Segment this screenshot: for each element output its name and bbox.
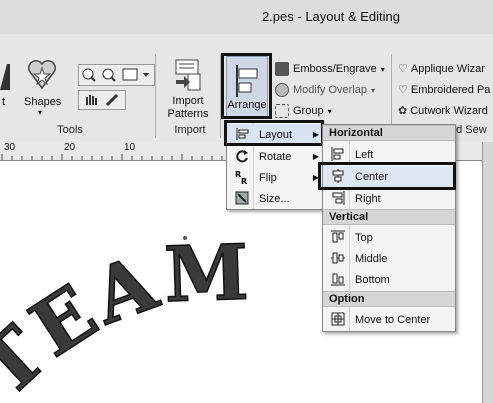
overlap-icon bbox=[275, 83, 289, 97]
window-title: 2.pes - Layout & Editing bbox=[261, 9, 400, 24]
ruler-tick-label: 10 bbox=[124, 142, 136, 153]
vertical-header: Vertical bbox=[323, 209, 455, 225]
menu-item-size[interactable]: Size... bbox=[227, 188, 323, 209]
horizontal-header: Horizontal bbox=[323, 125, 455, 141]
menu-item-flip[interactable]: RR Flip ▶ bbox=[227, 167, 323, 188]
chevron-down-icon[interactable]: ▾ bbox=[38, 108, 42, 117]
zoom-out-icon[interactable] bbox=[98, 64, 116, 84]
team-text: TEAM bbox=[0, 227, 251, 403]
import-patterns-label-line1: Import bbox=[172, 95, 204, 107]
import-group-label: Import bbox=[174, 124, 206, 136]
shapes-button[interactable]: Shapes bbox=[24, 96, 61, 108]
svg-text:R: R bbox=[241, 177, 247, 184]
import-patterns-icon[interactable] bbox=[172, 58, 202, 92]
menu-item-move-to-center[interactable]: Move to Center bbox=[323, 309, 455, 330]
menu-item-right[interactable]: Right bbox=[323, 188, 455, 209]
group-icon bbox=[275, 104, 289, 118]
tools-group-label: Tools bbox=[57, 124, 83, 136]
rotate-icon bbox=[235, 149, 249, 163]
heart-icon: ♡ bbox=[398, 63, 408, 75]
import-patterns-button[interactable]: Import Patterns bbox=[158, 95, 218, 121]
ruler-tick-label: 30 bbox=[4, 142, 16, 153]
center-highlight-frame bbox=[318, 162, 456, 190]
import-patterns-label-line2: Patterns bbox=[167, 108, 209, 120]
heart-icon: ♡ bbox=[398, 84, 408, 96]
text-tool-label[interactable]: t bbox=[2, 96, 5, 108]
svg-text:TEAM: TEAM bbox=[0, 228, 254, 403]
pan-hand-icon[interactable] bbox=[78, 90, 100, 108]
move-to-center-icon bbox=[331, 312, 345, 326]
applique-wizard-button[interactable]: ♡ Applique Wizar bbox=[398, 62, 485, 76]
ruler-tick-label: 20 bbox=[64, 142, 76, 153]
menu-item-bottom[interactable]: Bottom bbox=[323, 269, 455, 290]
menu-item-middle[interactable]: Middle bbox=[323, 248, 455, 269]
menu-item-top[interactable]: Top bbox=[323, 227, 455, 248]
emboss-engrave-button[interactable]: Emboss/Engrave ▾ bbox=[275, 62, 385, 76]
zoom-in-icon[interactable] bbox=[78, 64, 96, 84]
emboss-icon bbox=[275, 62, 289, 76]
group-button[interactable]: Group ▾ bbox=[275, 104, 332, 118]
align-right-icon bbox=[331, 191, 345, 205]
zoom-fit-dropdown[interactable] bbox=[118, 64, 153, 84]
chevron-down-icon: ▾ bbox=[380, 64, 385, 74]
flip-icon: RR bbox=[235, 170, 249, 186]
modify-overlap-button[interactable]: Modify Overlap ▾ bbox=[275, 83, 375, 97]
align-left-icon bbox=[331, 147, 345, 161]
shapes-icon[interactable] bbox=[26, 58, 58, 92]
arrange-highlight-frame bbox=[221, 53, 272, 119]
align-top-icon bbox=[331, 230, 345, 244]
menu-item-rotate[interactable]: Rotate ▶ bbox=[227, 146, 323, 167]
cutwork-wizard-button[interactable]: ✿ Cutwork Wizard bbox=[398, 104, 488, 118]
option-header: Option bbox=[323, 291, 455, 307]
chevron-down-icon: ▾ bbox=[327, 106, 332, 116]
ribbon-separator bbox=[155, 54, 156, 138]
embroidered-patch-button[interactable]: ♡ Embroidered Pa bbox=[398, 83, 490, 97]
layout-highlight-frame bbox=[224, 120, 324, 146]
title-bar: 2.pes - Layout & Editing bbox=[0, 0, 493, 34]
align-middle-icon bbox=[331, 251, 345, 265]
chevron-down-icon: ▾ bbox=[370, 85, 375, 95]
align-bottom-icon bbox=[331, 272, 345, 286]
submenu-arrow-icon: ▶ bbox=[312, 152, 319, 161]
layout-submenu: Horizontal Left Center Right Vertical To… bbox=[322, 124, 456, 332]
wizards-group-label: nd Sew bbox=[450, 124, 487, 136]
text-tool-icon[interactable] bbox=[0, 62, 10, 92]
size-icon bbox=[235, 191, 249, 205]
measure-icon[interactable] bbox=[100, 90, 124, 108]
vertical-scrollbar[interactable] bbox=[482, 142, 493, 403]
cutwork-icon: ✿ bbox=[398, 105, 408, 117]
